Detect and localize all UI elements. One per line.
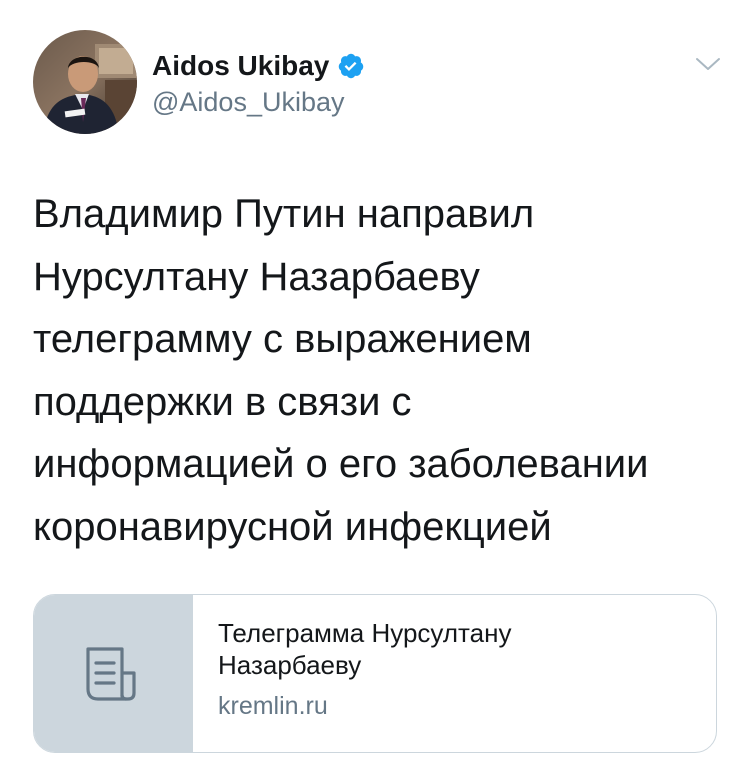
avatar[interactable] <box>33 30 137 134</box>
tweet-text-line: Владимир Путин направил <box>33 192 535 236</box>
tweet-text-line: поддержки в связи с <box>33 379 412 424</box>
author-display-name[interactable]: Aidos Ukibay <box>152 49 329 83</box>
link-card-domain[interactable]: kremlin.ru <box>218 691 716 721</box>
tweet-text-line: телеграмму с выражением <box>33 317 532 361</box>
tweet-text: Владимир Путин направил Нурсултану Назар… <box>33 183 723 558</box>
verified-badge-icon <box>339 53 364 79</box>
link-card-title[interactable]: Телеграмма Нурсултану Назарбаеву <box>218 617 716 681</box>
tweet-text-line: информацией о его заболевании <box>33 442 649 486</box>
link-card-title-line: Телеграмма Нурсултану <box>218 618 512 648</box>
tweet-text-line: коронавирусной инфекцией <box>33 504 552 549</box>
author-handle[interactable]: @Aidos_Ukibay <box>152 86 345 118</box>
document-icon <box>86 646 136 701</box>
link-preview-card[interactable]: Телеграмма Нурсултану Назарбаеву kremlin… <box>33 594 717 753</box>
tweet-menu-button[interactable] <box>694 54 722 74</box>
tweet-text-line: Нурсултану Назарбаеву <box>33 254 480 299</box>
link-card-thumbnail <box>34 595 193 752</box>
author-name-row[interactable]: Aidos Ukibay <box>152 49 365 83</box>
avatar-photo <box>33 30 137 134</box>
link-card-body[interactable]: Телеграмма Нурсултану Назарбаеву kremlin… <box>193 595 716 752</box>
link-card-title-line: Назарбаеву <box>218 650 362 680</box>
chevron-down-icon <box>696 58 720 70</box>
